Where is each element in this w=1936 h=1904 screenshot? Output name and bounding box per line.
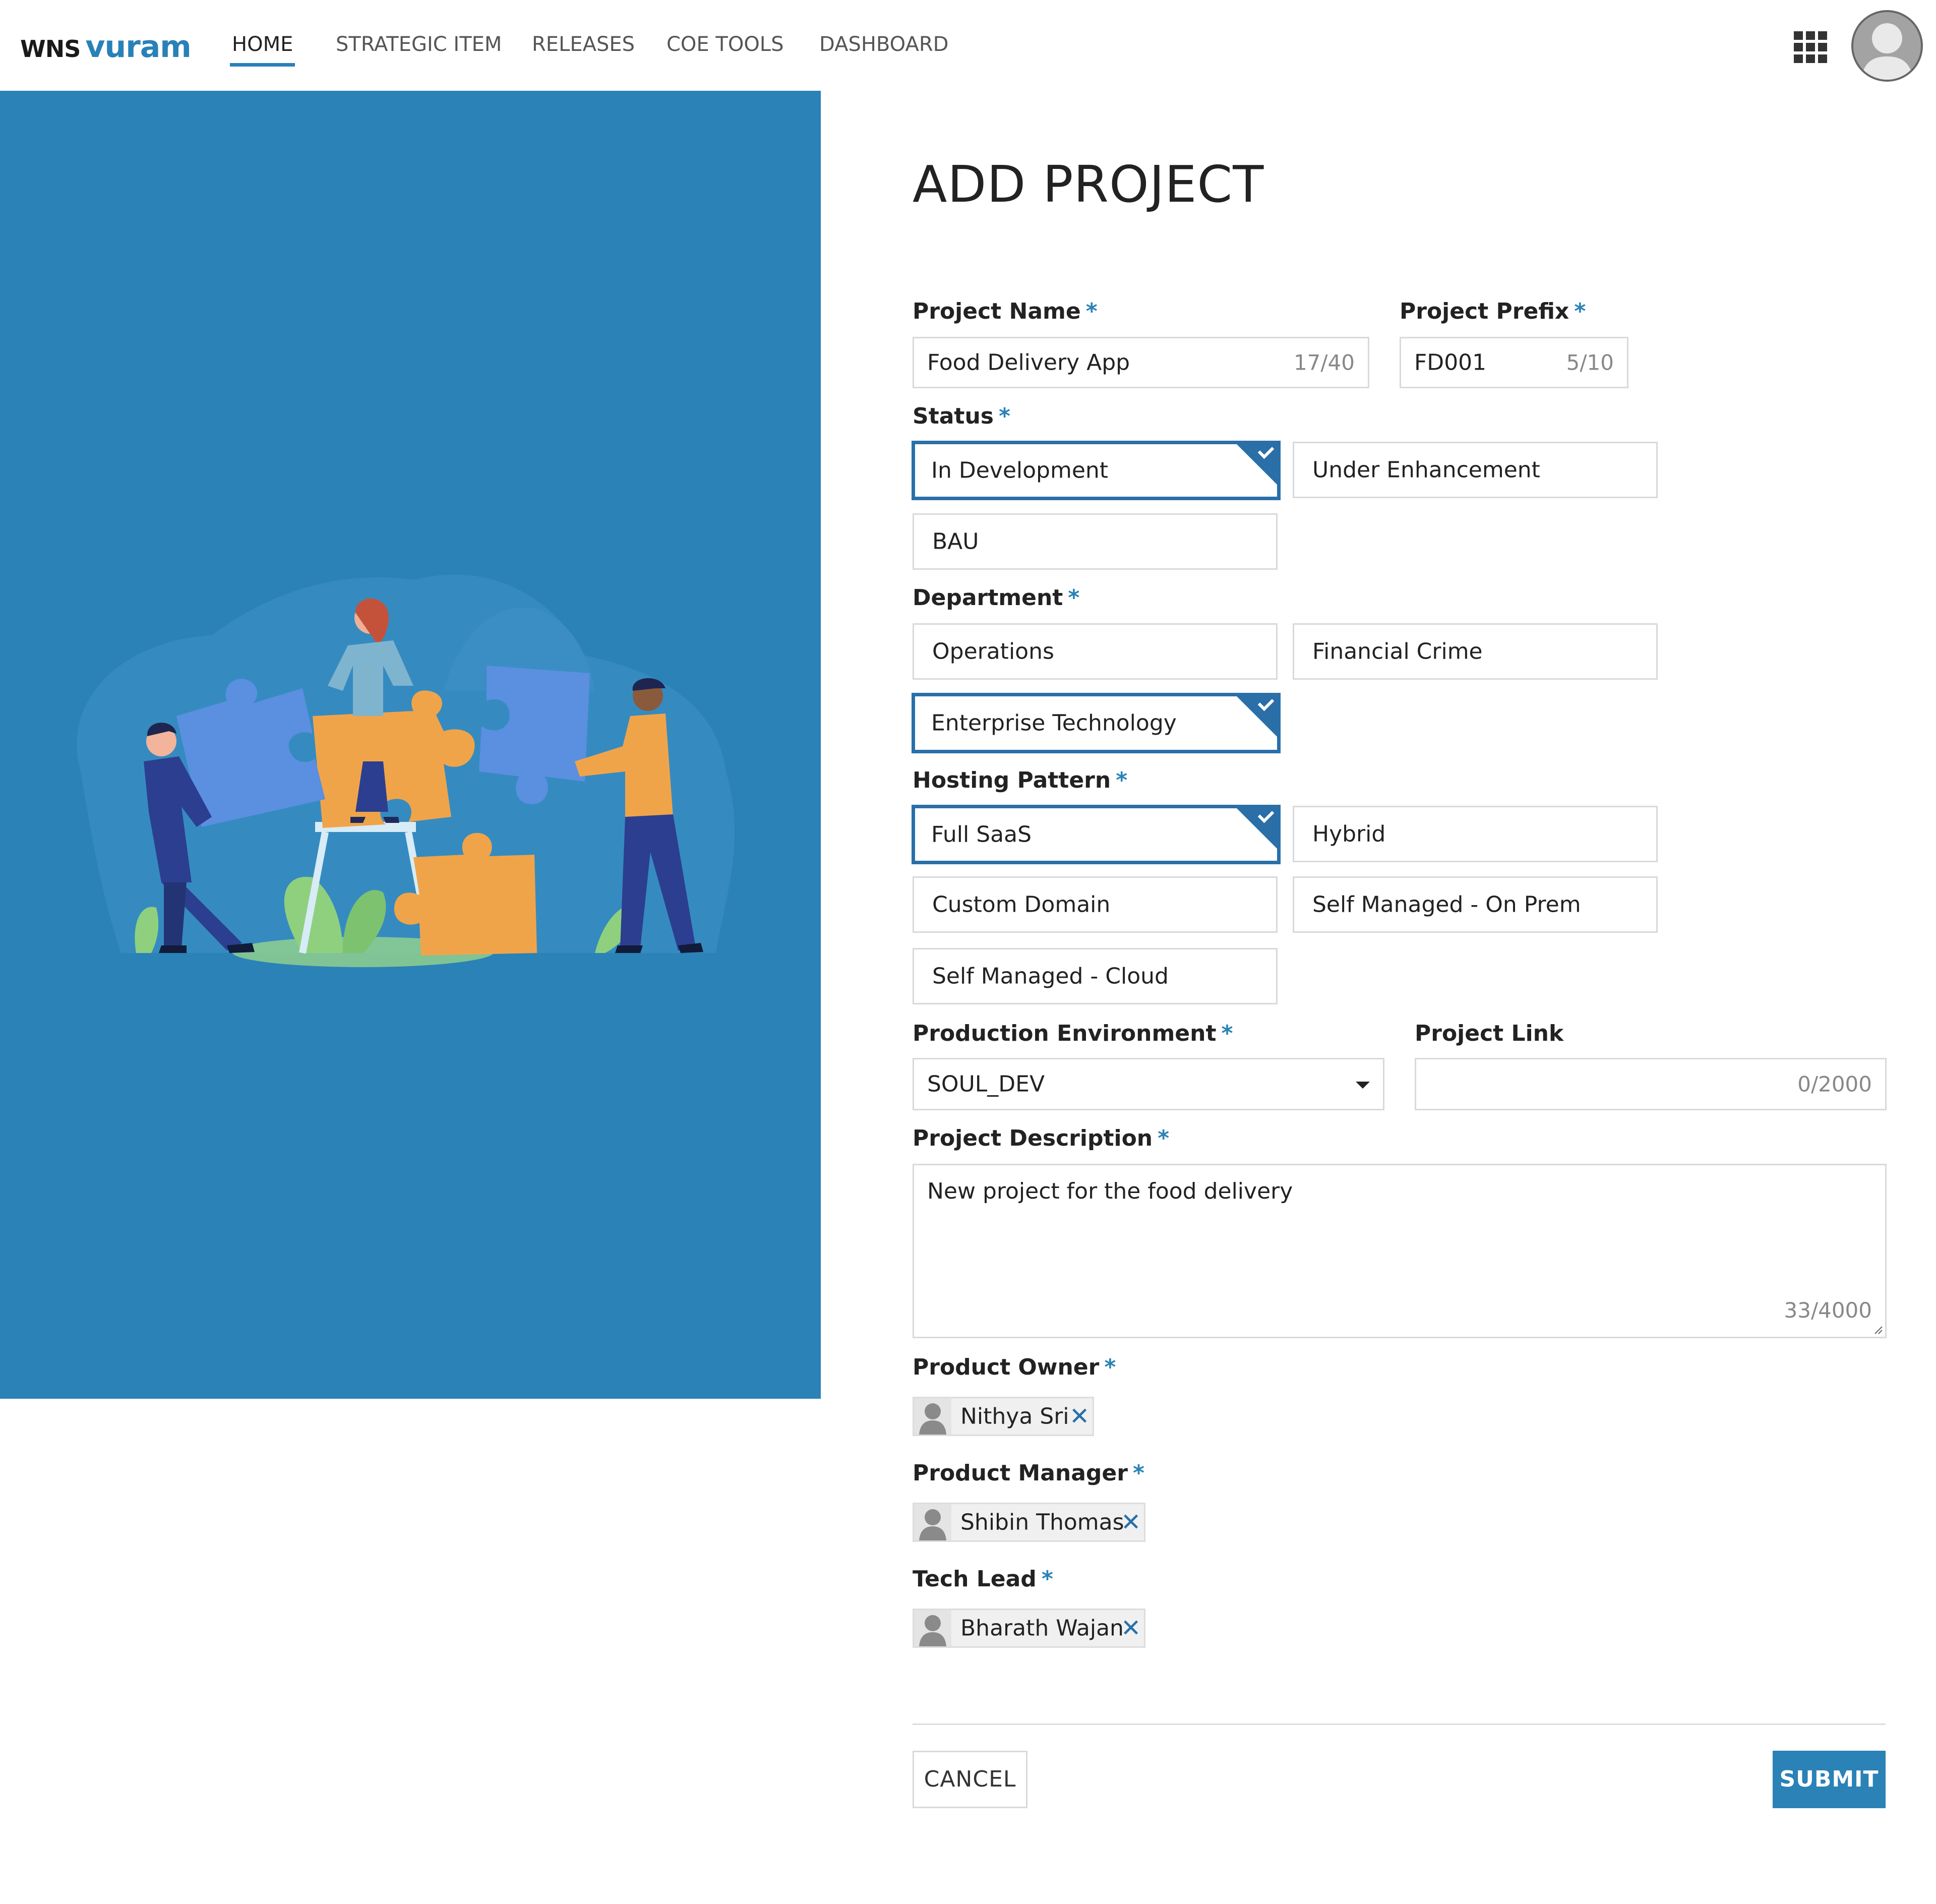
project-name-label-text: Project Name <box>913 299 1081 324</box>
required-mark: * <box>1158 1125 1170 1151</box>
hosting-option-label: Full SaaS <box>931 821 1032 848</box>
required-mark: * <box>1068 585 1080 611</box>
project-name-value: Food Delivery App <box>927 349 1130 376</box>
tab-releases[interactable]: RELEASES <box>532 30 635 64</box>
chevron-down-icon <box>1356 1082 1370 1089</box>
project-description-label: Project Description * <box>913 1125 1169 1151</box>
person-avatar-icon <box>914 1504 951 1540</box>
project-prefix-input[interactable]: FD001 5/10 <box>1400 337 1628 388</box>
project-link-label: Project Link <box>1415 1021 1563 1046</box>
department-option-label: Operations <box>932 638 1054 665</box>
project-description-counter: 33/4000 <box>1784 1298 1872 1323</box>
project-description-value: New project for the food delivery <box>927 1178 1293 1204</box>
project-link-label-text: Project Link <box>1415 1021 1564 1046</box>
project-name-label: Project Name * <box>913 299 1098 324</box>
required-mark: * <box>1041 1566 1053 1592</box>
remove-product-manager-icon[interactable]: ✕ <box>1121 1508 1141 1536</box>
status-label: Status * <box>913 403 1010 429</box>
project-name-counter: 17/40 <box>1293 350 1355 375</box>
hosting-option-self-managed-on-prem[interactable]: Self Managed - On Prem <box>1293 876 1658 933</box>
production-environment-label: Production Environment * <box>913 1021 1233 1046</box>
project-prefix-value: FD001 <box>1414 349 1487 376</box>
product-owner-label: Product Owner * <box>913 1354 1116 1380</box>
product-manager-label-text: Product Manager <box>913 1460 1128 1486</box>
project-link-counter: 0/2000 <box>1797 1072 1872 1097</box>
tab-home[interactable]: HOME <box>229 30 295 67</box>
product-owner-name: Nithya Sri <box>960 1403 1069 1430</box>
required-mark: * <box>1221 1021 1233 1046</box>
status-option-label: In Development <box>931 457 1109 484</box>
illustration-banner <box>0 91 821 1399</box>
project-link-input[interactable]: 0/2000 <box>1415 1058 1887 1110</box>
tech-lead-label-text: Tech Lead <box>913 1566 1037 1592</box>
hosting-option-hybrid[interactable]: Hybrid <box>1293 806 1658 862</box>
page-title: ADD PROJECT <box>913 155 1264 214</box>
product-manager-name: Shibin Thomas <box>960 1509 1124 1535</box>
form-footer-divider <box>913 1723 1886 1725</box>
apps-grid-icon[interactable] <box>1794 31 1828 64</box>
hosting-pattern-label-text: Hosting Pattern <box>913 767 1111 793</box>
person-avatar-icon <box>914 1398 951 1435</box>
logo-vuram-text: vuram <box>85 29 191 65</box>
remove-tech-lead-icon[interactable]: ✕ <box>1121 1614 1141 1642</box>
product-manager-label: Product Manager * <box>913 1460 1144 1486</box>
status-option-bau[interactable]: BAU <box>913 513 1278 570</box>
production-environment-label-text: Production Environment <box>913 1021 1217 1046</box>
hosting-option-self-managed-cloud[interactable]: Self Managed - Cloud <box>913 948 1278 1004</box>
top-navigation-bar: WNS vuram HOME STRATEGIC ITEM RELEASES C… <box>0 0 1936 91</box>
wns-vuram-logo[interactable]: WNS vuram <box>20 29 192 65</box>
department-label: Department * <box>913 585 1079 611</box>
project-description-textarea[interactable]: New project for the food delivery 33/400… <box>913 1164 1887 1338</box>
product-owner-chip: Nithya Sri ✕ <box>913 1397 1094 1436</box>
production-environment-value: SOUL_DEV <box>927 1071 1045 1097</box>
department-option-enterprise-technology[interactable]: Enterprise Technology <box>912 693 1281 753</box>
hosting-option-label: Custom Domain <box>932 891 1111 918</box>
product-manager-chip: Shibin Thomas ✕ <box>913 1503 1145 1542</box>
hosting-option-label: Self Managed - Cloud <box>932 963 1169 989</box>
project-description-label-text: Project Description <box>913 1125 1153 1151</box>
hosting-option-custom-domain[interactable]: Custom Domain <box>913 876 1278 933</box>
person-avatar-icon <box>914 1610 951 1646</box>
project-prefix-label: Project Prefix * <box>1400 299 1586 324</box>
user-avatar-icon[interactable] <box>1851 10 1923 82</box>
project-prefix-counter: 5/10 <box>1566 350 1614 375</box>
required-mark: * <box>1574 299 1586 324</box>
production-environment-select[interactable]: SOUL_DEV <box>913 1058 1384 1110</box>
tab-strategic-item[interactable]: STRATEGIC ITEM <box>336 30 502 64</box>
required-mark: * <box>1104 1354 1116 1380</box>
cancel-button[interactable]: CANCEL <box>913 1751 1027 1808</box>
project-prefix-label-text: Project Prefix <box>1400 299 1569 324</box>
tech-lead-chip: Bharath Wajan ✕ <box>913 1609 1145 1648</box>
tab-dashboard[interactable]: DASHBOARD <box>819 30 948 64</box>
tech-lead-label: Tech Lead * <box>913 1566 1053 1592</box>
required-mark: * <box>1132 1460 1144 1486</box>
project-name-input[interactable]: Food Delivery App 17/40 <box>913 337 1369 388</box>
hosting-option-full-saas[interactable]: Full SaaS <box>912 805 1281 864</box>
remove-product-owner-icon[interactable]: ✕ <box>1069 1402 1090 1431</box>
department-label-text: Department <box>913 585 1063 611</box>
required-mark: * <box>1116 767 1128 793</box>
status-option-under-enhancement[interactable]: Under Enhancement <box>1293 442 1658 498</box>
status-option-in-development[interactable]: In Development <box>912 441 1281 500</box>
teamwork-puzzle-illustration <box>77 574 735 967</box>
department-option-financial-crime[interactable]: Financial Crime <box>1293 623 1658 680</box>
hosting-pattern-label: Hosting Pattern * <box>913 767 1127 793</box>
hosting-option-label: Self Managed - On Prem <box>1312 891 1581 918</box>
resize-handle-icon[interactable] <box>1873 1325 1883 1335</box>
department-option-label: Enterprise Technology <box>931 710 1177 736</box>
status-option-label: Under Enhancement <box>1312 457 1540 483</box>
status-label-text: Status <box>913 403 994 429</box>
tab-coe-tools[interactable]: COE TOOLS <box>667 30 783 64</box>
tech-lead-name: Bharath Wajan <box>960 1615 1124 1641</box>
department-option-label: Financial Crime <box>1312 638 1483 665</box>
department-option-operations[interactable]: Operations <box>913 623 1278 680</box>
submit-button[interactable]: SUBMIT <box>1773 1751 1886 1808</box>
logo-wns-text: WNS <box>20 35 81 63</box>
required-mark: * <box>1085 299 1098 324</box>
required-mark: * <box>998 403 1010 429</box>
status-option-label: BAU <box>932 528 979 555</box>
product-owner-label-text: Product Owner <box>913 1354 1100 1380</box>
hosting-option-label: Hybrid <box>1312 821 1386 847</box>
